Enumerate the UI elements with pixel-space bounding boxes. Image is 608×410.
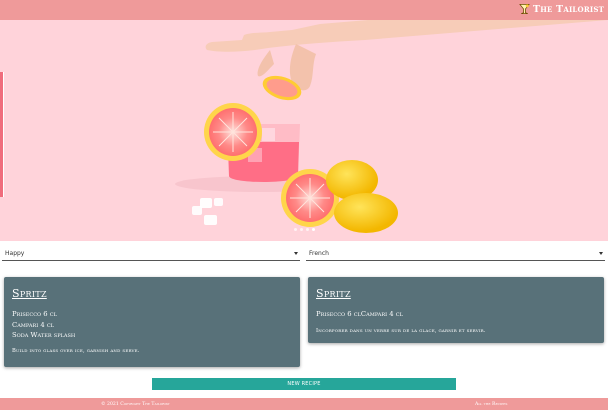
carousel-dot-active[interactable]	[312, 228, 315, 231]
ingredient-list: Prisecco 6 clCampari 4 cl	[316, 310, 403, 318]
ingredient-item: Prisecco 6 cl	[12, 310, 57, 318]
recipe-card: Spritz Prisecco 6 cl Campari 4 cl Soda W…	[4, 277, 300, 367]
hero-carousel[interactable]	[0, 20, 608, 241]
recipe-title[interactable]: Spritz	[316, 287, 596, 300]
language-select-value: French	[309, 250, 329, 257]
new-recipe-button[interactable]: New Recipe	[152, 378, 456, 390]
ingredient-item: Campari 4 cl	[12, 320, 54, 329]
recipe-instructions: Build into glass over ice, garnish and s…	[12, 347, 140, 354]
footer: © 2021 Copyright The Tailorist All the R…	[0, 398, 608, 410]
carousel-dot[interactable]	[306, 228, 309, 231]
brand-name: The Tailorist	[532, 3, 604, 15]
copyright-text: © 2021 Copyright The Tailorist	[101, 402, 170, 407]
carousel-dot[interactable]	[300, 228, 303, 231]
recipe-title[interactable]: Spritz	[12, 287, 292, 300]
top-nav-bar: The Tailorist	[0, 0, 608, 20]
mood-select[interactable]: Happy	[2, 247, 300, 261]
chevron-down-icon	[599, 252, 603, 255]
cocktail-glass-icon	[519, 4, 530, 14]
ingredient-item: Soda Water splash	[12, 331, 76, 339]
recipe-card-translated: Spritz Prisecco 6 clCampari 4 cl Incorpo…	[308, 277, 604, 343]
carousel-indicators	[294, 228, 315, 231]
all-recipes-link[interactable]: All the Recipes	[475, 402, 507, 407]
language-select[interactable]: French	[306, 247, 605, 261]
chevron-down-icon	[294, 252, 298, 255]
previous-slide-preview[interactable]	[0, 72, 4, 197]
carousel-dot[interactable]	[294, 228, 297, 231]
recipe-instructions: Incorporer dans un verre sur de la glace…	[316, 327, 486, 334]
mood-select-value: Happy	[5, 250, 25, 257]
brand-logo[interactable]: The Tailorist	[519, 3, 604, 15]
hero-cocktail-image	[175, 20, 608, 233]
